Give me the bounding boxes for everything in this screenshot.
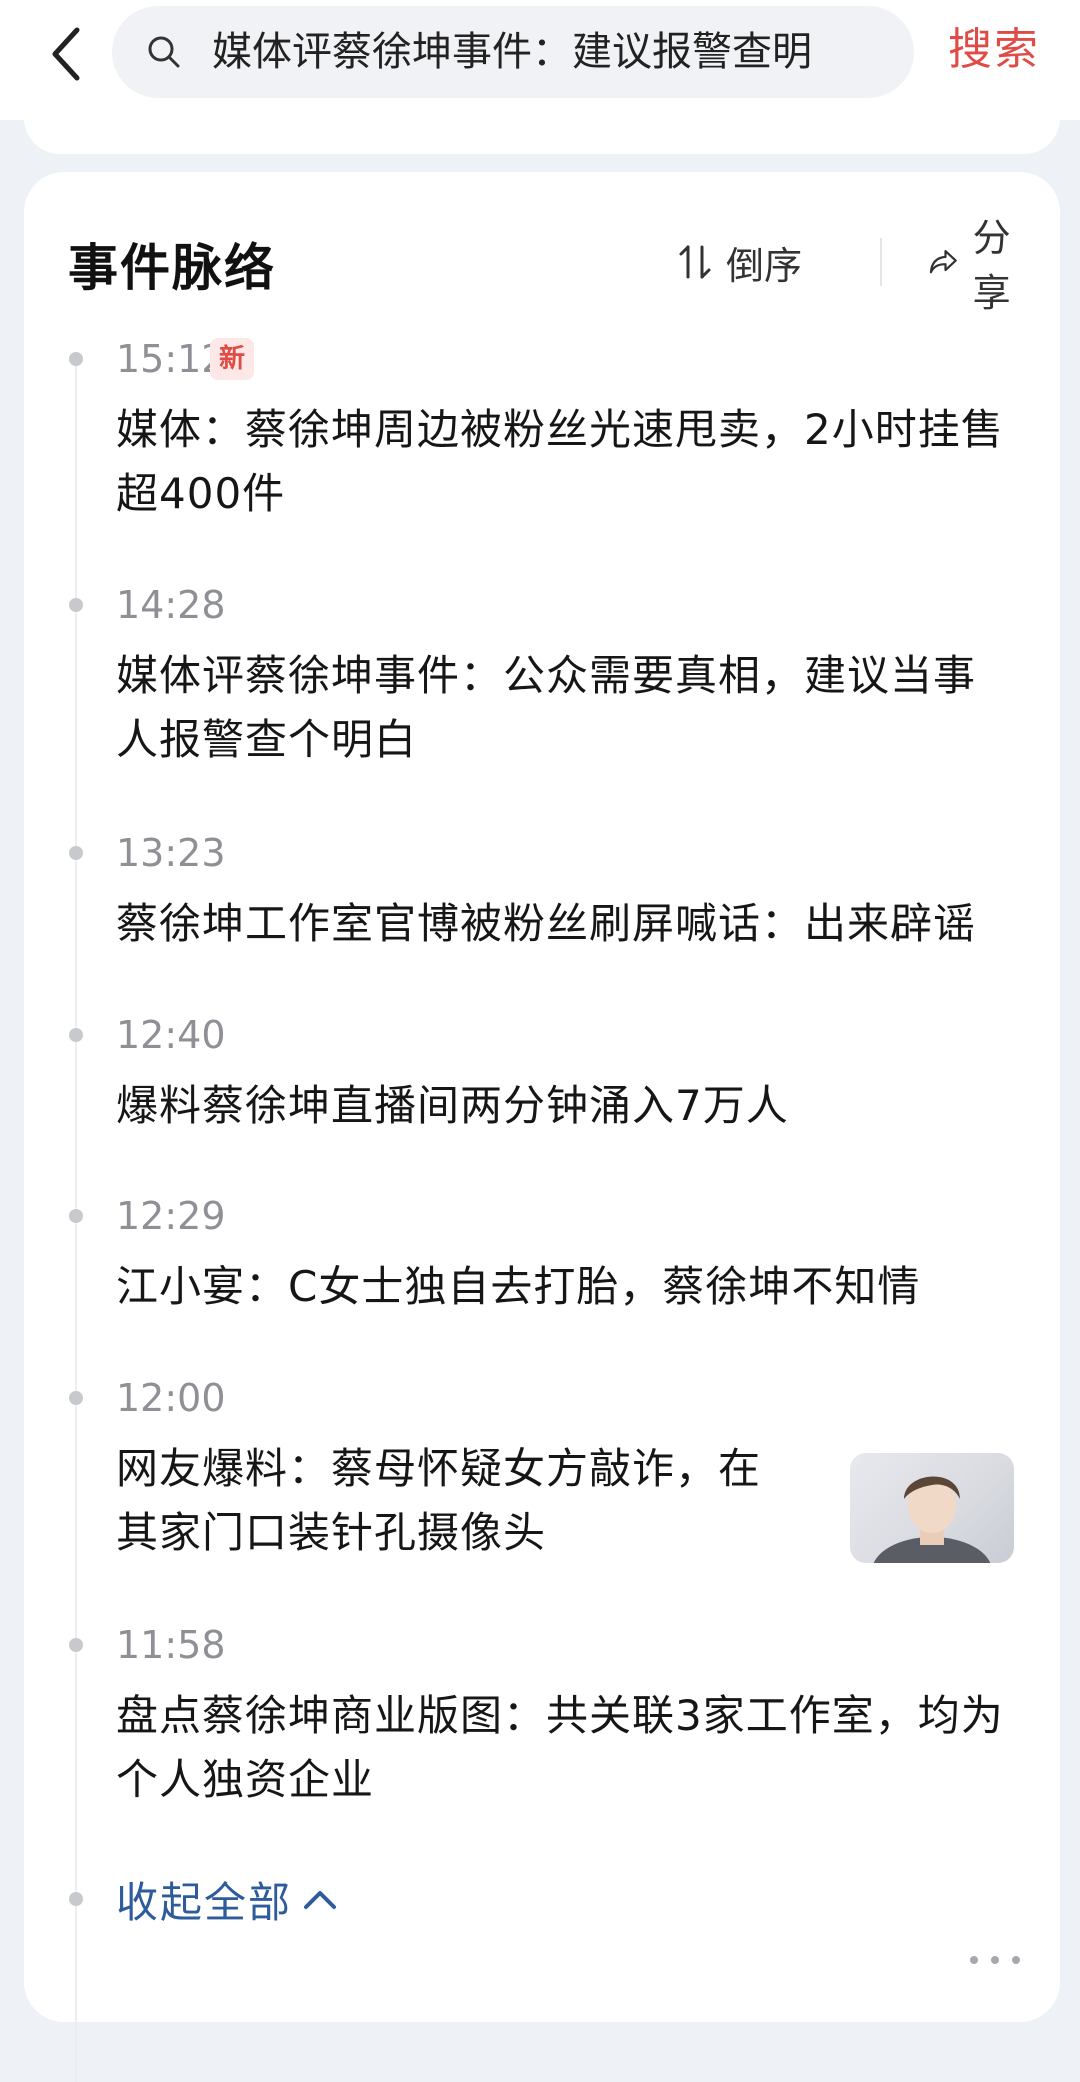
event-thumbnail[interactable] — [850, 1453, 1014, 1563]
event-headline[interactable]: 盘点蔡徐坤商业版图：共关联3家工作室，均为个人独资企业 — [116, 1684, 1016, 1812]
event-time: 12:00 — [116, 1376, 226, 1420]
back-arrow-icon — [52, 27, 80, 81]
event-headline[interactable]: 江小宴：C女士独自去打胎，蔡徐坤不知情 — [116, 1255, 1016, 1319]
timeline-dot — [69, 1638, 83, 1652]
more-icon — [970, 1956, 978, 1964]
timeline-dot — [69, 1391, 83, 1405]
timeline-dot — [69, 598, 83, 612]
event-time: 13:23 — [116, 831, 226, 875]
timeline: 15:12 新 媒体：蔡徐坤周边被粉丝光速甩卖，2小时挂售超400件 14:28… — [24, 172, 1060, 2082]
search-icon — [148, 36, 180, 68]
collapse-row: 收起全部 — [24, 1864, 1060, 1934]
timeline-dot — [69, 1028, 83, 1042]
event-headline[interactable]: 媒体评蔡徐坤事件：公众需要真相，建议当事人报警查个明白 — [116, 644, 1016, 772]
search-submit-button[interactable]: 搜索 — [948, 14, 1068, 86]
event-time: 12:40 — [116, 1013, 226, 1057]
timeline-dot — [69, 1892, 83, 1906]
event-timeline-card: 事件脉络 倒序 分享 15:12 新 媒体：蔡徐坤周边被粉丝光速甩卖，2小时挂售… — [24, 172, 1060, 2082]
search-input[interactable]: 媒体评蔡徐坤事件：建议报警查明 — [112, 6, 914, 98]
event-headline[interactable]: 媒体：蔡徐坤周边被粉丝光速甩卖，2小时挂售超400件 — [116, 398, 1016, 526]
timeline-dot — [69, 352, 83, 366]
chevron-up-icon — [304, 1891, 337, 1909]
back-button[interactable] — [40, 18, 92, 90]
event-headline[interactable]: 网友爆料：蔡母怀疑女方敲诈，在其家门口装针孔摄像头 — [116, 1437, 796, 1565]
timeline-dot — [69, 846, 83, 860]
event-headline[interactable]: 蔡徐坤工作室官博被粉丝刷屏喊话：出来辟谣 — [116, 892, 1016, 956]
more-options-button[interactable] — [970, 1950, 1020, 1970]
collapse-all-button[interactable]: 收起全部 — [116, 1864, 338, 1934]
event-time: 11:58 — [116, 1623, 226, 1667]
event-time: 14:28 — [116, 583, 226, 627]
person-photo-icon — [873, 1476, 991, 1563]
timeline-dot — [69, 1209, 83, 1223]
collapse-label: 收起全部 — [116, 1877, 293, 1927]
event-headline[interactable]: 爆料蔡徐坤直播间两分钟涌入7万人 — [116, 1074, 1016, 1138]
top-search-bar: 媒体评蔡徐坤事件：建议报警查明 搜索 — [0, 0, 1080, 120]
event-time: 12:29 — [116, 1194, 226, 1238]
previous-card-edge — [24, 110, 1060, 154]
new-badge: 新 — [210, 338, 254, 380]
search-query-text: 媒体评蔡徐坤事件：建议报警查明 — [212, 29, 812, 75]
